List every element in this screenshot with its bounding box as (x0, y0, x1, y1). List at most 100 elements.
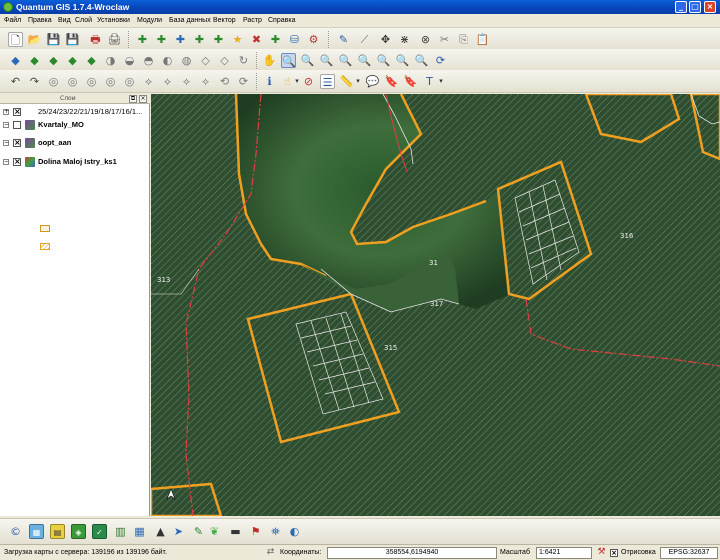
menu-vector[interactable]: Вектор (213, 16, 236, 26)
add-delimited-icon[interactable]: ⚙ (306, 32, 321, 47)
map-tips-icon[interactable]: 💬 (365, 74, 380, 89)
layer-visibility-checkbox[interactable]: × (13, 108, 21, 116)
zoom-out-icon[interactable]: 🔍 (300, 53, 315, 68)
toolbar-grip[interactable] (128, 31, 131, 48)
delete-part-adv-icon[interactable]: ◎ (122, 74, 137, 89)
capture-line-icon[interactable]: ⟋ (357, 32, 372, 47)
copy-features-icon[interactable]: ⎘ (456, 32, 471, 47)
new-layer-icon[interactable]: ★ (230, 32, 245, 47)
paste-features-icon[interactable]: 📋 (475, 32, 490, 47)
delete-ring-icon[interactable]: ◓ (141, 53, 156, 68)
add-part-adv-icon[interactable]: ◎ (84, 74, 99, 89)
toggle-editing-icon[interactable]: ✎ (336, 32, 351, 47)
menu-view[interactable]: Вид (58, 16, 71, 26)
split-features-icon[interactable]: ◇ (198, 53, 213, 68)
redo-icon[interactable]: ↷ (27, 74, 42, 89)
pan-map-icon[interactable]: ✋ (262, 53, 277, 68)
road-graph-icon[interactable]: ⚑ (248, 524, 263, 539)
identify-icon[interactable]: ℹ (262, 74, 277, 89)
expand-toggle[interactable]: − (3, 140, 9, 146)
add-mssql-icon[interactable]: ⛁ (287, 32, 302, 47)
spatial-query-icon[interactable]: ▦ (132, 524, 147, 539)
new-bookmark-icon[interactable]: 🔖 (384, 74, 399, 89)
move-label-icon[interactable]: ⟳ (236, 74, 251, 89)
plugin-installer-icon[interactable]: ❦ (207, 524, 222, 539)
delete-ring-adv-icon[interactable]: ◎ (103, 74, 118, 89)
reshape-adv-icon[interactable]: ⟡ (141, 74, 156, 89)
menu-file[interactable]: Файл (4, 16, 21, 26)
delete-selected-icon[interactable]: ⊗ (418, 32, 433, 47)
add-wms-icon[interactable]: ✚ (211, 32, 226, 47)
add-ring-adv-icon[interactable]: ◎ (65, 74, 80, 89)
add-spatialite-icon[interactable]: ✚ (192, 32, 207, 47)
grass-icon[interactable]: ▥ (113, 524, 128, 539)
toolbar-grip[interactable] (328, 31, 331, 48)
rotate-label-icon[interactable]: ↻ (236, 53, 251, 68)
expand-toggle[interactable]: − (3, 122, 9, 128)
simplify-feature-icon[interactable]: ◎ (46, 74, 61, 89)
new-project-icon[interactable]: 🗋 (8, 32, 23, 47)
zoom-actual-icon[interactable]: 🔍 (319, 53, 334, 68)
save-as-icon[interactable]: 💾 (65, 32, 80, 47)
minimize-button[interactable]: _ (675, 1, 687, 13)
zoom-full-icon[interactable]: 🔍 (338, 53, 353, 68)
delete-part-icon[interactable]: ◐ (160, 53, 175, 68)
close-button[interactable]: × (704, 1, 716, 13)
zoom-selection-icon[interactable]: 🔍 (357, 53, 372, 68)
add-part-icon[interactable]: ◒ (122, 53, 137, 68)
deselect-icon[interactable]: ⊘ (301, 74, 316, 89)
heatmap-icon[interactable]: ◐ (287, 524, 302, 539)
toolbar-grip[interactable] (256, 52, 259, 69)
undo-icon[interactable]: ↶ (8, 74, 23, 89)
menu-edit[interactable]: Правка (28, 16, 52, 26)
toggle-extents-icon[interactable]: ⇄ (263, 545, 278, 560)
move-feature-icon[interactable]: ✥ (378, 32, 393, 47)
coordinate-capture-icon[interactable]: ▦ (29, 524, 44, 539)
add-postgis-layer-icon[interactable]: ◆ (46, 53, 61, 68)
scale-field[interactable]: 1:6421 (536, 547, 592, 559)
delimited-text-icon[interactable]: ▤ (50, 524, 65, 539)
evis-icon[interactable]: ⛯ (268, 524, 283, 539)
north-arrow-icon[interactable]: ➤ (171, 524, 186, 539)
annotation-dropdown-icon[interactable]: ▾ (437, 74, 445, 89)
menu-layer[interactable]: Слой (75, 16, 92, 26)
layer-visibility-checkbox[interactable] (13, 121, 21, 129)
menu-database[interactable]: База данных (169, 16, 211, 26)
menu-help[interactable]: Справка (268, 16, 295, 26)
print-composer-icon[interactable]: 🖶 (88, 32, 103, 47)
node-tool-icon[interactable]: ⋇ (397, 32, 412, 47)
text-annotation-icon[interactable]: T (422, 74, 437, 89)
expand-toggle[interactable]: + (3, 109, 9, 115)
menu-plugins[interactable]: Модули (137, 16, 162, 26)
layer-row[interactable]: + × 25/24/23/22/21/19/18/17/16/1... (0, 106, 150, 118)
layer-row[interactable]: − Kvartaly_MO (0, 119, 150, 131)
measure-icon[interactable]: 📏 (339, 74, 354, 89)
add-wms-layer-icon[interactable]: ◆ (65, 53, 80, 68)
menu-raster[interactable]: Растр (243, 16, 262, 26)
menu-settings[interactable]: Установки (97, 16, 130, 26)
stop-render-icon[interactable]: ⚒ (594, 545, 609, 560)
add-spatialite-layer-icon[interactable]: ◆ (84, 53, 99, 68)
rotate-point-icon[interactable]: ⟲ (217, 74, 232, 89)
render-checkbox[interactable]: × (610, 549, 618, 557)
coordinates-field[interactable]: 358554,6194940 (327, 547, 497, 559)
attribute-table-icon[interactable]: ☰ (320, 74, 335, 89)
offset-curve-icon[interactable]: ⟡ (160, 74, 175, 89)
panel-close-button[interactable]: × (139, 95, 147, 103)
show-bookmarks-icon[interactable]: 🔖 (403, 74, 418, 89)
georeferencer-icon[interactable]: ◈ (71, 524, 86, 539)
add-vector-icon[interactable]: ✚ (135, 32, 150, 47)
add-vector-layer-icon[interactable]: ◆ (8, 53, 23, 68)
layer-visibility-checkbox[interactable]: × (13, 139, 21, 147)
add-wfs-icon[interactable]: ✚ (268, 32, 283, 47)
add-raster-layer-icon[interactable]: ◆ (27, 53, 42, 68)
toolbar-grip[interactable] (256, 73, 259, 90)
print-icon[interactable]: 🖨 (107, 32, 122, 47)
zoom-last-icon[interactable]: 🔍 (395, 53, 410, 68)
measure-dropdown-icon[interactable]: ▾ (354, 74, 362, 89)
zoom-in-icon[interactable]: 🔍 (281, 53, 296, 68)
layer-row[interactable]: − × Dolina Maloj Istry_ks1 (0, 156, 150, 168)
zoom-layer-icon[interactable]: 🔍 (376, 53, 391, 68)
open-project-icon[interactable]: 📂 (27, 32, 42, 47)
panel-float-button[interactable]: ⧉ (129, 95, 137, 103)
